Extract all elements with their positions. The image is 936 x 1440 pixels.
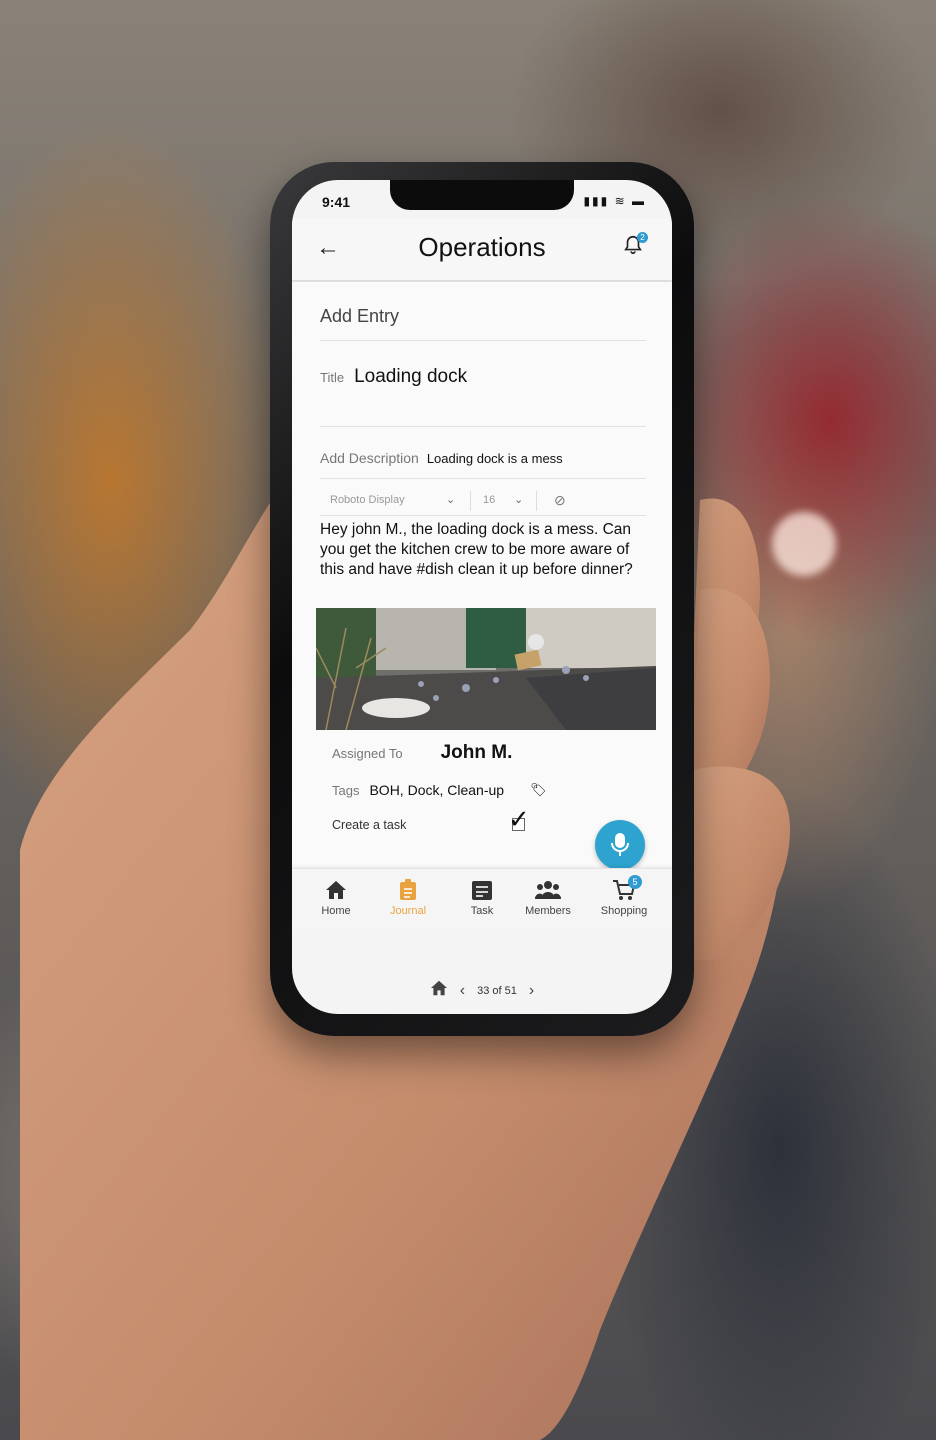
loading-dock-photo	[316, 608, 656, 730]
tags-field[interactable]: Tags BOH, Dock, Clean-up 🏷︎	[332, 782, 547, 798]
app-header: Operations ← 2	[292, 218, 672, 280]
editor-toolbar: Roboto Display ⌄ 16 ⌄ ⊘	[320, 487, 646, 515]
phone-frame: 9:41 ▮▮▮ ≋ ▬ Operations ← 2 Add Entry Ti…	[270, 162, 694, 1036]
add-entry-form: Add Entry Title Loading dock Add Descrip…	[292, 282, 672, 902]
tab-label: Members	[525, 905, 571, 917]
assigned-value[interactable]: John M.	[441, 742, 513, 764]
title-label: Title	[320, 370, 345, 385]
tab-label: Shopping	[600, 905, 648, 917]
assigned-to-field[interactable]: Assigned To John M.	[332, 742, 512, 764]
divider	[320, 478, 646, 479]
tags-label: Tags	[332, 782, 360, 798]
signal-icon: ▮▮▮	[583, 194, 610, 208]
tab-label: Journal	[389, 905, 427, 917]
back-arrow-icon[interactable]: ←	[316, 234, 340, 262]
toolbar-divider	[470, 491, 471, 511]
bottom-tab-bar: Home Journal Task Members 5 Shopping	[292, 868, 672, 933]
notification-badge: 2	[637, 232, 648, 243]
task-label: Create a task	[332, 818, 407, 832]
divider	[320, 515, 646, 516]
checkmark-icon: ✓	[508, 804, 530, 834]
tab-journal[interactable]: Journal	[376, 877, 440, 917]
status-time: 9:41	[322, 194, 351, 210]
tab-home[interactable]: Home	[304, 877, 368, 917]
pager: ‹ 33 of 51 ›	[292, 980, 672, 1001]
toolbar-divider	[536, 491, 537, 511]
chevron-down-icon[interactable]: ⌄	[446, 493, 455, 506]
notch	[390, 180, 574, 210]
task-icon	[450, 877, 514, 903]
page-indicator: 33 of 51	[477, 984, 517, 997]
page-title: Operations	[418, 232, 546, 262]
description-input[interactable]: Loading dock is a mess	[427, 451, 563, 466]
entry-body-text[interactable]: Hey john M., the loading dock is a mess.…	[320, 520, 654, 580]
tab-label: Task	[470, 905, 494, 917]
font-select[interactable]: Roboto Display	[330, 494, 405, 506]
tab-shopping[interactable]: 5 Shopping	[592, 875, 656, 917]
description-field[interactable]: Add Description Loading dock is a mess	[320, 450, 563, 466]
divider	[320, 340, 646, 341]
font-size-select[interactable]: 16	[483, 494, 495, 506]
journal-icon	[376, 877, 440, 903]
home-icon[interactable]	[430, 980, 448, 1001]
assigned-label: Assigned To	[332, 745, 403, 761]
divider	[320, 426, 646, 427]
link-icon[interactable]: ⊘	[554, 492, 566, 509]
section-title: Add Entry	[320, 306, 400, 326]
microphone-icon	[611, 833, 629, 856]
phone-screen: 9:41 ▮▮▮ ≋ ▬ Operations ← 2 Add Entry Ti…	[292, 180, 672, 1014]
tag-icon[interactable]: 🏷︎	[530, 782, 547, 798]
wifi-icon: ≋	[614, 194, 627, 208]
status-icons: ▮▮▮ ≋ ▬	[583, 194, 646, 208]
chevron-left-icon[interactable]: ‹	[460, 982, 465, 1000]
create-task-row[interactable]: Create a task ✓	[332, 804, 530, 834]
tab-members[interactable]: Members	[516, 877, 580, 917]
cart-badge: 5	[628, 875, 642, 889]
chevron-down-icon[interactable]: ⌄	[514, 493, 523, 506]
tab-task[interactable]: Task	[450, 877, 514, 917]
microphone-button[interactable]	[595, 820, 645, 870]
title-input[interactable]: Loading dock	[354, 366, 467, 388]
title-field[interactable]: Title Loading dock	[320, 366, 467, 388]
tab-label: Home	[321, 905, 351, 917]
battery-icon: ▬	[632, 194, 646, 208]
description-label: Add Description	[320, 450, 419, 466]
chevron-right-icon[interactable]: ›	[529, 982, 534, 1000]
tags-value[interactable]: BOH, Dock, Clean-up	[369, 782, 504, 798]
members-icon	[516, 877, 580, 903]
cart-icon: 5	[592, 875, 656, 903]
home-icon	[304, 877, 368, 903]
